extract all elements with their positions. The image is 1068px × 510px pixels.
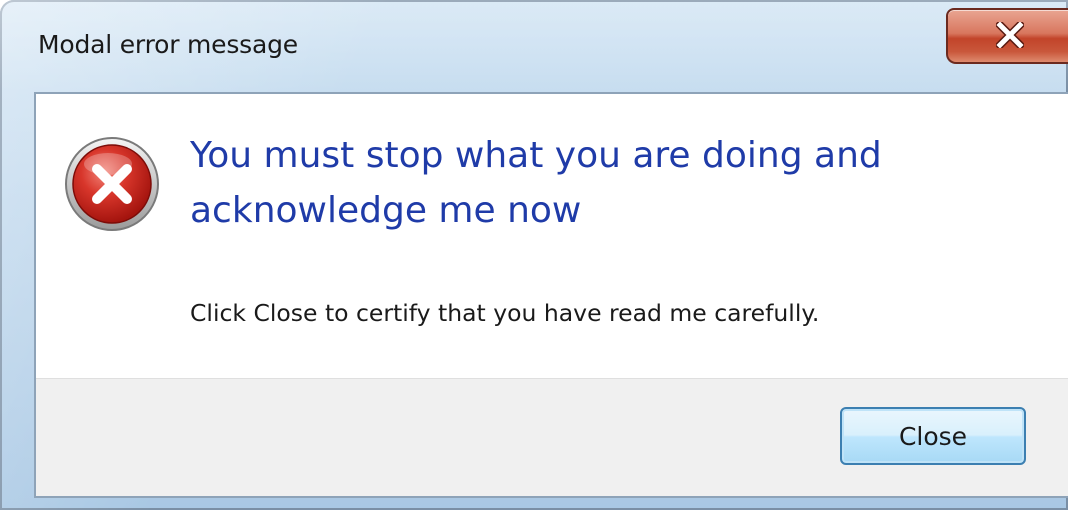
- dialog-client-area: You must stop what you are doing and ack…: [34, 92, 1068, 498]
- main-instruction: You must stop what you are doing and ack…: [190, 135, 882, 231]
- window-title: Modal error message: [38, 30, 298, 59]
- body-text: Click Close to certify that you have rea…: [190, 299, 820, 327]
- dialog-window: Modal error message You must stop what y…: [0, 0, 1068, 510]
- button-footer: Close: [36, 378, 1068, 496]
- title-bar-close-button[interactable]: [946, 8, 1068, 64]
- content-area: You must stop what you are doing and ack…: [36, 94, 1068, 378]
- error-icon: [62, 134, 162, 234]
- close-icon: [996, 22, 1024, 48]
- close-button[interactable]: Close: [840, 407, 1026, 465]
